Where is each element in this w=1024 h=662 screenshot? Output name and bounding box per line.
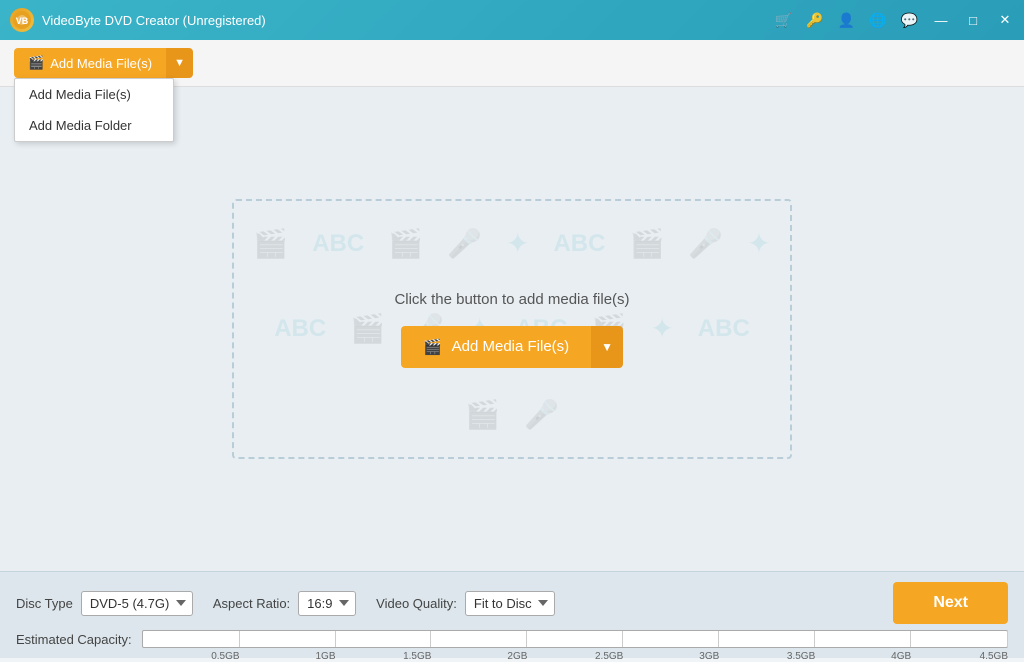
capacity-row: Estimated Capacity: 0.5GB 1GB 1.5GB 2GB … xyxy=(16,630,1008,648)
add-media-dropdown-menu: Add Media File(s) Add Media Folder xyxy=(14,78,174,142)
dropdown-item-files[interactable]: Add Media File(s) xyxy=(15,79,173,110)
globe-icon[interactable]: 🌐 xyxy=(869,12,886,29)
cart-icon[interactable]: 🛒 xyxy=(775,12,792,29)
center-film-icon: 🎬 xyxy=(423,338,442,356)
tick-3.5gb: 3.5GB xyxy=(787,651,815,662)
dropdown-item-folder[interactable]: Add Media Folder xyxy=(15,110,173,141)
video-quality-group: Video Quality: Fit to Disc High Medium L… xyxy=(376,591,555,616)
add-media-dropdown-button[interactable]: ▼ xyxy=(166,48,193,78)
add-media-files-button[interactable]: 🎬 Add Media File(s) xyxy=(14,48,166,78)
minimize-button[interactable]: — xyxy=(932,11,950,29)
toolbar: 🎬 Add Media File(s) ▼ Add Media File(s) … xyxy=(0,40,1024,87)
key-icon[interactable]: 🔑 xyxy=(806,12,823,29)
settings-row: Disc Type DVD-5 (4.7G) DVD-9 (8.5G) Blu-… xyxy=(16,582,1008,624)
tick-4.5gb: 4.5GB xyxy=(980,651,1008,662)
close-button[interactable]: ✕ xyxy=(996,11,1014,29)
app-title: VideoByte DVD Creator (Unregistered) xyxy=(42,13,266,28)
maximize-button[interactable]: □ xyxy=(964,11,982,29)
aspect-ratio-group: Aspect Ratio: 16:9 4:3 xyxy=(213,591,356,616)
aspect-ratio-label: Aspect Ratio: xyxy=(213,596,290,611)
add-media-btn-label: Add Media File(s) xyxy=(50,56,152,71)
title-bar-controls: 🛒 🔑 👤 🌐 💬 — □ ✕ xyxy=(775,11,1014,29)
aspect-ratio-select[interactable]: 16:9 4:3 xyxy=(298,591,356,616)
center-add-media-dropdown-button[interactable]: ▼ xyxy=(591,326,623,368)
bottom-bar: Disc Type DVD-5 (4.7G) DVD-9 (8.5G) Blu-… xyxy=(0,571,1024,658)
user-icon[interactable]: 👤 xyxy=(838,12,855,29)
center-add-media-button[interactable]: 🎬 Add Media File(s) xyxy=(401,326,591,368)
tick-0.5gb: 0.5GB xyxy=(211,651,239,662)
main-content: 🎬 ABC 🎬 🎤 ✦ ABC 🎬 🎤 ✦ ABC 🎬 🎤 ✦ ABC 🎬 ✦ … xyxy=(0,87,1024,571)
capacity-bar: 0.5GB 1GB 1.5GB 2GB 2.5GB 3GB 3.5GB 4GB … xyxy=(142,630,1008,648)
title-bar: VB VideoByte DVD Creator (Unregistered) … xyxy=(0,0,1024,40)
tick-3gb: 3GB xyxy=(699,651,719,662)
drop-zone[interactable]: 🎬 ABC 🎬 🎤 ✦ ABC 🎬 🎤 ✦ ABC 🎬 🎤 ✦ ABC 🎬 ✦ … xyxy=(232,199,792,459)
disc-type-group: Disc Type DVD-5 (4.7G) DVD-9 (8.5G) Blu-… xyxy=(16,591,193,616)
tick-2.5gb: 2.5GB xyxy=(595,651,623,662)
svg-text:VB: VB xyxy=(16,16,29,26)
tick-1.5gb: 1.5GB xyxy=(403,651,431,662)
app-logo: VB xyxy=(10,8,34,32)
video-quality-select[interactable]: Fit to Disc High Medium Low xyxy=(465,591,555,616)
disc-type-label: Disc Type xyxy=(16,596,73,611)
add-media-button-wrapper: 🎬 Add Media File(s) ▼ Add Media File(s) … xyxy=(14,48,193,78)
capacity-label: Estimated Capacity: xyxy=(16,632,132,647)
film-icon: 🎬 xyxy=(28,55,44,71)
tick-4gb: 4GB xyxy=(891,651,911,662)
next-button[interactable]: Next xyxy=(893,582,1008,624)
tick-1gb: 1GB xyxy=(315,651,335,662)
drop-zone-message: Click the button to add media file(s) xyxy=(394,291,629,308)
disc-type-select[interactable]: DVD-5 (4.7G) DVD-9 (8.5G) Blu-ray 25G Bl… xyxy=(81,591,193,616)
video-quality-label: Video Quality: xyxy=(376,596,457,611)
tick-2gb: 2GB xyxy=(507,651,527,662)
chat-icon[interactable]: 💬 xyxy=(901,12,918,29)
center-add-btn-label: Add Media File(s) xyxy=(452,338,570,355)
title-bar-left: VB VideoByte DVD Creator (Unregistered) xyxy=(10,8,266,32)
center-add-button-group: 🎬 Add Media File(s) ▼ xyxy=(401,326,623,368)
